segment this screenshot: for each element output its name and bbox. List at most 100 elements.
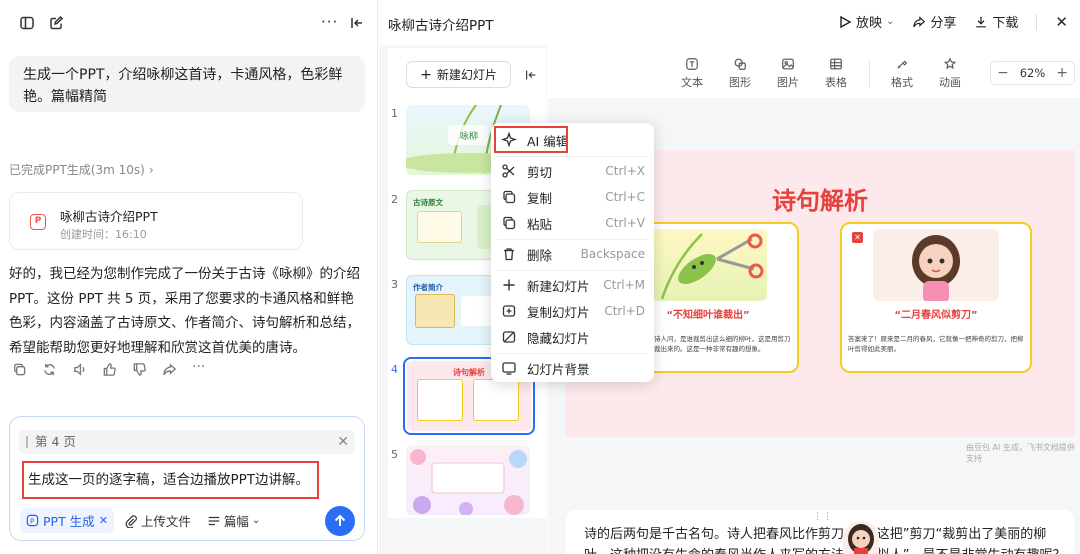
- slide-thumbnail-5[interactable]: [406, 445, 530, 515]
- menu-label: 隐藏幻灯片: [527, 330, 590, 346]
- duplicate-slide-icon: [501, 303, 517, 319]
- document-title: 咏柳古诗介绍PPT: [388, 18, 494, 34]
- menu-item-delete[interactable]: 删除 Backspace: [497, 242, 648, 266]
- chevron-right-icon: ›: [148, 162, 154, 177]
- menu-item-copy[interactable]: 复制 Ctrl+C: [497, 185, 648, 209]
- close-context-icon[interactable]: ✕: [337, 430, 349, 454]
- status-text: 已完成PPT生成(3m 10s): [9, 163, 145, 177]
- chevron-down-icon: ⌄: [886, 16, 895, 27]
- play-icon: [840, 15, 852, 28]
- notes-line: 诗的后两句是千古名句。诗人把春风比作剪刀，说“这把”剪刀“裁剪出了美丽的柳: [584, 527, 1047, 542]
- hide-slide-icon: [501, 329, 517, 345]
- menu-label: 幻灯片背景: [527, 361, 590, 377]
- download-label: 下载: [992, 16, 1019, 31]
- image-tool-icon: [782, 58, 794, 70]
- download-button[interactable]: 下载: [974, 12, 1018, 31]
- notes-drag-handle[interactable]: ⋮⋮: [813, 512, 833, 522]
- shape-tool[interactable]: 图形: [725, 57, 755, 90]
- more-actions-icon[interactable]: ···: [192, 360, 208, 378]
- svg-text:P: P: [30, 517, 34, 525]
- prompt-input[interactable]: 生成这一页的逐字稿，适合边播放PPT边讲解。: [22, 461, 319, 499]
- thumb-poem-box: [417, 211, 462, 243]
- left-verse-body: 诗人问，是谁裁剪出这么细的柳叶，这是用剪刀裁出来的。这是一种非常有趣的想象。: [654, 335, 791, 353]
- menu-item-new-slide[interactable]: 新建幻灯片 Ctrl+M: [497, 273, 648, 297]
- context-chip: 第 4 页 ✕: [19, 430, 355, 454]
- animation-tool[interactable]: 动画: [935, 57, 965, 90]
- share-icon: [913, 15, 926, 27]
- assistant-reply: 好的，我已经为您制作完成了一份关于古诗《咏柳》的介绍 PPT。这份 PPT 共 …: [9, 266, 360, 356]
- menu-shortcut: Ctrl+C: [605, 190, 645, 204]
- ppt-generate-chip[interactable]: P PPT 生成 ✕: [20, 508, 114, 533]
- copy-icon[interactable]: [12, 362, 28, 378]
- menu-separator: [497, 156, 648, 157]
- share-button[interactable]: 分享: [912, 12, 956, 31]
- ppt-card-created: 创建时间：16:10: [60, 228, 147, 241]
- menu-label: 新建幻灯片: [527, 278, 590, 294]
- thumb-card: [473, 379, 519, 421]
- menu-shortcut: Ctrl+M: [603, 278, 645, 292]
- generation-status[interactable]: 已完成PPT生成(3m 10s) ›: [9, 161, 154, 178]
- share-icon[interactable]: [162, 362, 178, 378]
- play-button[interactable]: 放映 ⌄: [838, 12, 894, 31]
- ppt-file-card[interactable]: P 咏柳古诗介绍PPT 创建时间：16:10: [9, 192, 303, 250]
- copy-icon: [501, 189, 517, 205]
- share-label: 分享: [930, 16, 957, 31]
- plus-icon: [501, 277, 517, 293]
- menu-shortcut: Ctrl+D: [604, 304, 645, 318]
- menu-label: 删除: [527, 247, 553, 263]
- remove-chip-icon[interactable]: ✕: [99, 514, 108, 527]
- zoom-control: − 62% +: [990, 61, 1075, 85]
- zoom-level[interactable]: 62%: [1020, 66, 1046, 80]
- text-tool[interactable]: 文本: [677, 57, 707, 90]
- animation-star-icon: [943, 57, 957, 70]
- thumbs-down-icon[interactable]: [132, 362, 148, 378]
- right-verse-caption: “二月春风似剪刀”: [894, 310, 978, 321]
- menu-item-cut[interactable]: 剪切 Ctrl+X: [497, 159, 648, 183]
- menu-item-hide-slide[interactable]: 隐藏幻灯片: [497, 325, 648, 349]
- format-tool[interactable]: 格式: [887, 57, 917, 90]
- upload-label: 上传文件: [140, 514, 191, 529]
- menu-separator: [497, 353, 648, 354]
- ai-edit-highlight: [494, 126, 568, 153]
- thumbs-up-icon[interactable]: [102, 362, 118, 378]
- speaker-icon[interactable]: [72, 362, 88, 378]
- table-tool-icon: [830, 58, 842, 70]
- menu-item-slide-background[interactable]: 幻灯片背景: [497, 356, 648, 380]
- user-message: 生成一个PPT，介绍咏柳这首诗，卡通风格，色彩鲜艳。篇幅精简: [9, 56, 365, 112]
- paste-icon: [501, 215, 517, 231]
- thumb-title: 作者简介: [413, 283, 443, 292]
- ppt-file-icon: P: [30, 214, 46, 230]
- close-icon[interactable]: ✕: [1055, 13, 1068, 31]
- notes-line: 叶。这种把没有生命的春风当作人来写的方法，叫“拟人”，是不是非常生动有趣呢？: [584, 545, 1065, 554]
- toolbar-divider: [869, 60, 870, 88]
- menu-item-paste[interactable]: 粘贴 Ctrl+V: [497, 211, 648, 235]
- regenerate-icon[interactable]: [42, 362, 58, 378]
- tool-label: 动画: [939, 76, 961, 89]
- collapse-panel-icon[interactable]: [349, 15, 365, 31]
- menu-shortcut: Ctrl+X: [605, 164, 645, 178]
- zoom-in-button[interactable]: +: [1056, 65, 1068, 81]
- new-slide-button[interactable]: + 新建幻灯片: [406, 61, 511, 88]
- image-tool[interactable]: 图片: [773, 57, 803, 90]
- length-dropdown[interactable]: 篇幅 ⌄: [207, 511, 260, 530]
- collapse-thumbs-icon[interactable]: [524, 68, 538, 82]
- arrow-up-icon: [334, 514, 346, 526]
- new-chat-icon[interactable]: [48, 15, 64, 31]
- flowers-illustration: [410, 449, 527, 515]
- table-tool[interactable]: 表格: [821, 57, 851, 90]
- more-icon[interactable]: ···: [321, 13, 338, 31]
- image-badge-icon: ✕: [852, 232, 863, 243]
- slide-watermark: 由豆包 AI 生成，飞书文档提供支持: [966, 443, 1075, 463]
- assistant-avatar[interactable]: [843, 521, 879, 554]
- send-button[interactable]: [325, 506, 355, 536]
- thumb-title: 古诗原文: [413, 198, 443, 207]
- tool-label: 表格: [825, 76, 847, 89]
- length-label: 篇幅: [223, 514, 249, 529]
- menu-item-duplicate-slide[interactable]: 复制幻灯片 Ctrl+D: [497, 299, 648, 323]
- menu-label: 复制: [527, 190, 553, 206]
- upload-file-button[interactable]: 上传文件: [124, 511, 191, 530]
- ppt-chip-label: PPT 生成: [43, 514, 95, 529]
- zoom-out-button[interactable]: −: [997, 65, 1009, 81]
- menu-separator: [497, 239, 648, 240]
- sidebar-toggle-icon[interactable]: [19, 15, 35, 31]
